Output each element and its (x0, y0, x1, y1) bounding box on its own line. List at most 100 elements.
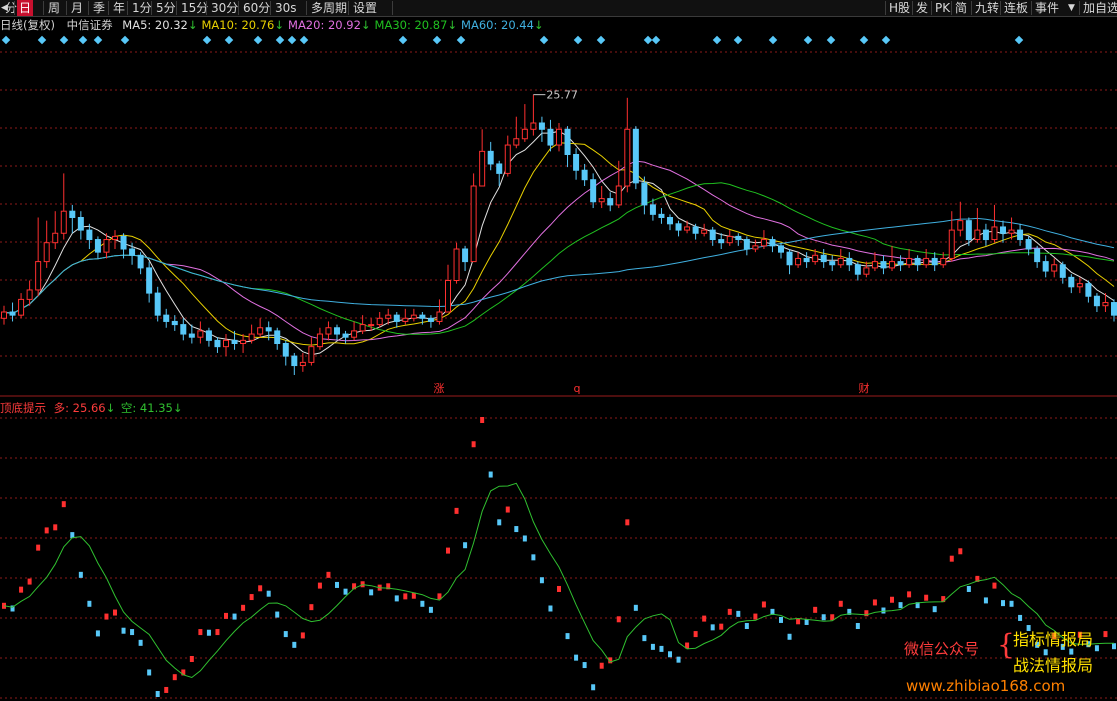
candle-body (974, 229, 981, 241)
candle-body (69, 210, 76, 218)
candle (701, 223, 708, 237)
candle (9, 302, 16, 322)
indicator-bar (283, 631, 288, 638)
indicator-bar (343, 588, 348, 595)
indicator-bar (872, 599, 877, 606)
indicator-bar (249, 594, 254, 601)
indicator-bar (172, 674, 177, 681)
candle (615, 160, 622, 209)
indicator-bar (198, 629, 203, 636)
indicator-bar (531, 554, 536, 561)
candle (931, 252, 938, 272)
indicator-bar (838, 600, 843, 607)
indicator-bar (616, 616, 621, 623)
candle-body (26, 289, 33, 300)
signal-diamond (398, 35, 408, 45)
signal-diamond (712, 35, 722, 45)
candle (291, 352, 298, 375)
candle-body (965, 220, 972, 241)
signal-diamond (539, 35, 549, 45)
indicator-bar (113, 609, 117, 616)
candle (470, 173, 477, 263)
signal-diamond (202, 35, 212, 45)
signal-diamond (651, 35, 661, 45)
indicator-bar (557, 585, 561, 592)
indicator-bar (753, 613, 758, 620)
indicator-bar (907, 591, 912, 598)
indicator-bar (548, 605, 553, 612)
candle-body (487, 150, 494, 165)
candle (180, 318, 187, 341)
indicator-bar (505, 506, 510, 513)
candle-body (43, 242, 50, 263)
candle-body (940, 257, 947, 266)
candle-body (163, 314, 170, 322)
indicator-bar (787, 633, 792, 640)
indicator-bar (164, 686, 169, 693)
candle-body (205, 330, 212, 341)
ma10-line (3, 142, 1115, 346)
candle-body (1085, 283, 1092, 297)
candle (590, 173, 597, 209)
candle-body (718, 239, 725, 244)
candle (709, 226, 716, 246)
candle-body (923, 257, 930, 266)
indicator-bar (821, 614, 826, 621)
indicator-bar (642, 635, 647, 642)
candle (342, 330, 349, 344)
candle-body (1059, 264, 1066, 278)
candle-body (342, 333, 349, 338)
candle-body (598, 198, 605, 203)
indicator-bar (668, 651, 672, 658)
high-price-label: 25.77 (546, 89, 578, 102)
stock-chart[interactable]: 25.77 涨 q 财 (0, 0, 1117, 701)
candle-body (103, 239, 110, 253)
candle-body (632, 128, 639, 184)
signal-diamond (253, 35, 263, 45)
candle-body (129, 248, 136, 256)
candle-body (214, 339, 221, 348)
candle-body (948, 229, 955, 259)
indicator-bar (813, 606, 818, 613)
candle (1051, 258, 1058, 278)
indicator-bar (539, 577, 544, 584)
indicator-bar (890, 596, 894, 603)
candle (197, 321, 204, 344)
candle-body (641, 182, 648, 206)
candle (923, 249, 930, 268)
indicator-bar (104, 613, 109, 620)
candle (914, 255, 921, 272)
candle-body (94, 239, 101, 253)
event-mark: q (574, 382, 581, 395)
signal-diamond (456, 35, 466, 45)
indicator-bar (275, 611, 280, 618)
indicator-bar (1103, 631, 1108, 638)
candle (325, 321, 332, 341)
candle-body (240, 339, 247, 345)
candle (316, 327, 323, 350)
signal-diamond (299, 35, 309, 45)
candle (94, 236, 101, 259)
indicator-bar (650, 643, 655, 650)
candle-body (675, 223, 682, 231)
indicator-bar (189, 655, 194, 662)
indicator-bar (27, 578, 32, 585)
candle-body (197, 330, 204, 338)
candle-body (914, 257, 921, 266)
ma20-line (3, 160, 1115, 342)
indicator-bar (582, 662, 587, 669)
candle-body (795, 257, 802, 266)
candle-body (180, 324, 187, 335)
candle-body (778, 245, 784, 253)
candle-body (60, 210, 67, 234)
candle-body (871, 261, 878, 269)
candle-body (649, 204, 656, 215)
candle-body (316, 333, 323, 348)
candle-body (18, 298, 25, 316)
indicator-bar (480, 417, 485, 423)
candle-body (863, 267, 870, 275)
candle (521, 104, 528, 142)
indicator-bar (130, 629, 135, 636)
candle (1, 305, 7, 325)
candle (154, 286, 161, 322)
